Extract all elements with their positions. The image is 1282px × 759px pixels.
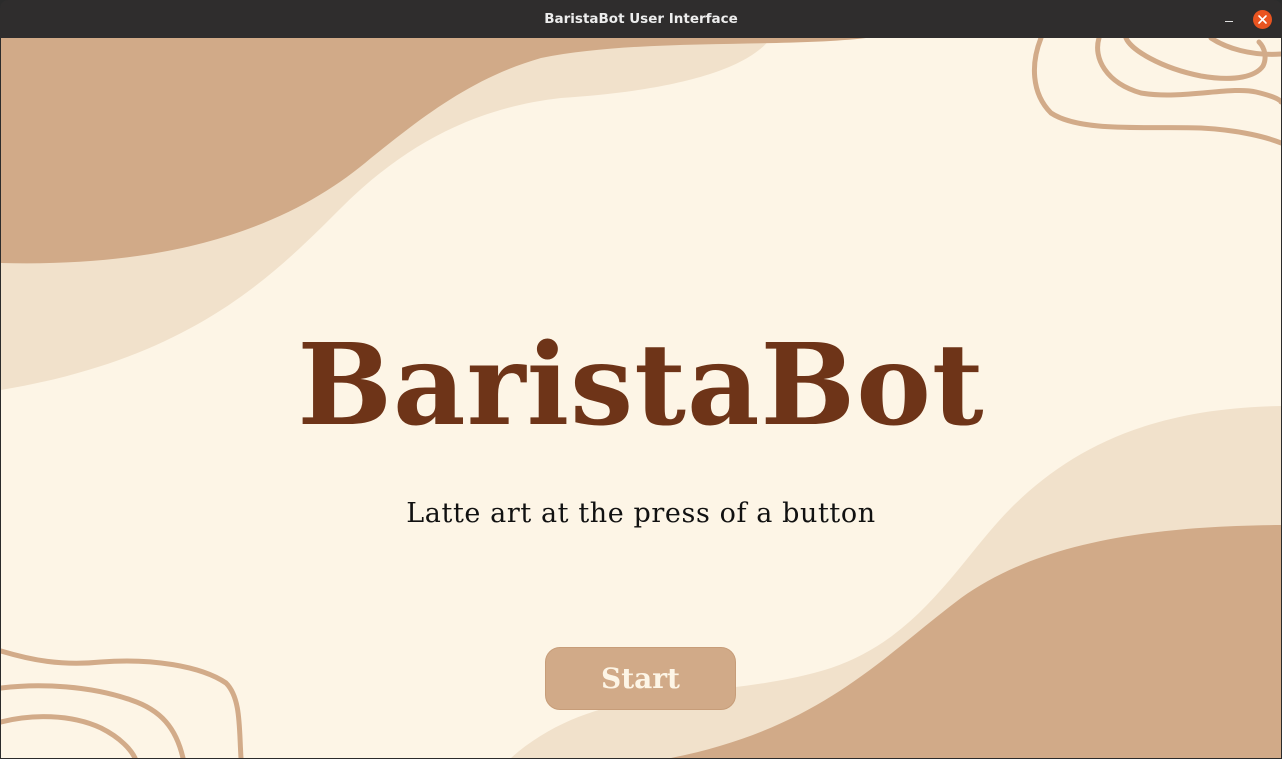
top-right-contour-lines: [1031, 38, 1281, 146]
top-left-dark-blob: [1, 38, 866, 264]
start-button[interactable]: Start: [545, 647, 736, 710]
minimize-icon: [1225, 21, 1233, 22]
close-button[interactable]: [1253, 10, 1272, 29]
bottom-left-contour-lines: [1, 648, 244, 758]
main-content: BaristaBot Latte art at the press of a b…: [1, 38, 1281, 758]
app-title: BaristaBot: [297, 320, 985, 451]
minimize-button[interactable]: [1217, 9, 1239, 31]
close-icon: [1258, 15, 1267, 24]
app-window: BaristaBot User Interface BaristaBot Lat…: [0, 0, 1282, 759]
title-bar[interactable]: BaristaBot User Interface: [0, 0, 1282, 38]
tagline: Latte art at the press of a button: [406, 498, 876, 529]
window-title: BaristaBot User Interface: [544, 11, 738, 27]
